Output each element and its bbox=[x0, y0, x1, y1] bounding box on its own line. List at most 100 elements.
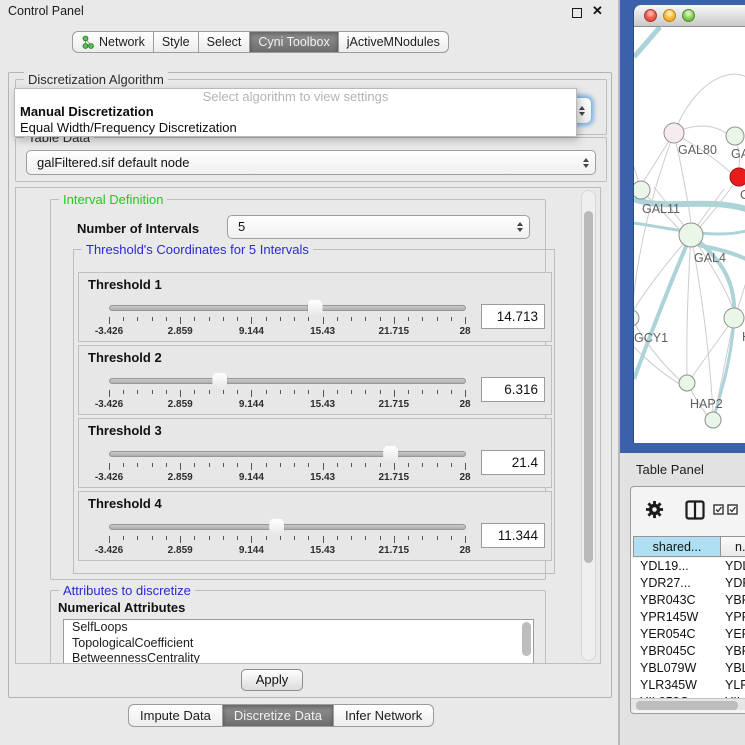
threshold-value-field[interactable]: 14.713 bbox=[481, 304, 545, 329]
network-edge[interactable] bbox=[634, 318, 681, 381]
network-node-ga[interactable] bbox=[726, 127, 744, 145]
tab-select[interactable]: Select bbox=[199, 31, 251, 53]
panel-title: Control Panel bbox=[8, 4, 84, 18]
table-panel: Table Panel shared... bbox=[620, 453, 745, 745]
network-window: GAL80GACGAL11GAL4GCY1HHAP2 bbox=[633, 5, 745, 443]
column-header-shared-name[interactable]: shared... bbox=[633, 536, 721, 557]
node-label: HAP2 bbox=[690, 397, 723, 411]
table-data-combobox[interactable]: galFiltered.sif default node bbox=[26, 150, 596, 175]
threshold-value-field[interactable]: 21.4 bbox=[481, 450, 545, 475]
table-hscrollbar-track[interactable] bbox=[631, 698, 745, 710]
columns-icon[interactable] bbox=[685, 500, 705, 520]
table-row[interactable]: YDR27...YDR2 bbox=[631, 575, 745, 592]
attribute-item[interactable]: SelfLoops bbox=[64, 620, 533, 636]
threshold-value-field[interactable]: 11.344 bbox=[481, 523, 545, 548]
network-canvas[interactable]: GAL80GACGAL11GAL4GCY1HHAP2 bbox=[634, 27, 745, 443]
tab-label: jActiveMNodules bbox=[347, 35, 440, 49]
slider-tick-labels: -3.4262.8599.14415.4321.71528 bbox=[109, 399, 466, 411]
slider-tick-labels: -3.4262.8599.14415.4321.71528 bbox=[109, 326, 466, 338]
tab-network[interactable]: Network bbox=[72, 31, 154, 53]
table-cell: YLR3 bbox=[721, 677, 745, 694]
threshold-slider[interactable]: -3.4262.8599.14415.4321.71528 bbox=[109, 302, 466, 340]
table-row[interactable]: YBL079WYBL0 bbox=[631, 660, 745, 677]
table-row[interactable]: YER054CYER0 bbox=[631, 626, 745, 643]
network-node-gal80[interactable] bbox=[664, 123, 684, 143]
network-edge[interactable] bbox=[687, 235, 691, 375]
dropdown-option[interactable]: Manual Discretization bbox=[15, 104, 576, 120]
tab-jactivemnodules[interactable]: jActiveMNodules bbox=[339, 31, 449, 53]
threshold-slider[interactable]: -3.4262.8599.14415.4321.71528 bbox=[109, 448, 466, 486]
network-node-gcy1[interactable] bbox=[634, 310, 639, 326]
table-hscrollbar-thumb[interactable] bbox=[636, 701, 738, 710]
network-node-c[interactable] bbox=[730, 168, 745, 186]
attribute-item[interactable]: BetweennessCentrality bbox=[64, 651, 533, 664]
table-row[interactable]: YBR043CYBR0 bbox=[631, 592, 745, 609]
table-header: shared... n... bbox=[631, 536, 745, 557]
network-edge[interactable] bbox=[674, 74, 745, 133]
table-row[interactable]: YDL19...YDL1 bbox=[631, 558, 745, 575]
network-edge-highlighted[interactable] bbox=[634, 235, 691, 379]
slider-track[interactable] bbox=[109, 378, 466, 384]
gear-icon[interactable] bbox=[645, 500, 664, 519]
network-graph: GAL80GACGAL11GAL4GCY1HHAP2 bbox=[634, 27, 745, 443]
slider-tick-labels: -3.4262.8599.14415.4321.71528 bbox=[109, 545, 466, 557]
network-node-h[interactable] bbox=[724, 308, 744, 328]
spinner-stepper-icon[interactable] bbox=[517, 222, 523, 232]
table-row[interactable]: YPR145WYPR1 bbox=[631, 609, 745, 626]
attributes-group: Attributes to discretize Numerical Attri… bbox=[50, 590, 546, 664]
threshold-slider[interactable]: -3.4262.8599.14415.4321.71528 bbox=[109, 521, 466, 559]
select-all-checkbox-icon[interactable] bbox=[713, 504, 724, 515]
number-of-intervals-label: Number of Intervals bbox=[77, 221, 199, 236]
number-of-intervals-spinner[interactable]: 5 bbox=[227, 215, 530, 239]
column-header-name[interactable]: n... bbox=[721, 536, 745, 557]
table-cell: YER054C bbox=[633, 626, 721, 643]
threshold-panel: Threshold 4 -3.4262.8599.14415.4321.71528… bbox=[78, 491, 552, 561]
settings-scrollbar-track[interactable] bbox=[581, 190, 596, 661]
float-window-icon[interactable] bbox=[572, 8, 582, 18]
network-node-gal11[interactable] bbox=[634, 181, 650, 199]
slider-ticks bbox=[109, 463, 466, 471]
tab-discretize-data[interactable]: Discretize Data bbox=[223, 704, 334, 727]
tab-style[interactable]: Style bbox=[154, 31, 199, 53]
table-cell: YBR045C bbox=[633, 643, 721, 660]
tab-cyni-toolbox[interactable]: Cyni Toolbox bbox=[250, 31, 338, 53]
dropdown-option[interactable]: Equal Width/Frequency Discretization bbox=[15, 120, 576, 136]
table-row[interactable]: YLR345WYLR3 bbox=[631, 677, 745, 694]
numerical-attributes-list[interactable]: SelfLoopsTopologicalCoefficientBetweenne… bbox=[63, 619, 534, 664]
thresholds-group: Threshold's Coordinates for 5 Intervals … bbox=[73, 249, 555, 574]
interval-definition-label: Interval Definition bbox=[59, 192, 167, 207]
network-node[interactable] bbox=[705, 412, 721, 428]
tab-infer-network[interactable]: Infer Network bbox=[334, 704, 434, 727]
slider-track[interactable] bbox=[109, 305, 466, 311]
table-row[interactable]: YBR045CYBR0 bbox=[631, 643, 745, 660]
close-traffic-light-icon[interactable] bbox=[644, 9, 657, 22]
network-edge-highlighted[interactable] bbox=[634, 27, 660, 57]
tab-label: Infer Network bbox=[345, 708, 422, 723]
zoom-traffic-light-icon[interactable] bbox=[682, 9, 695, 22]
attributes-scrollbar[interactable] bbox=[522, 622, 531, 656]
algorithm-dropdown-popup: Select algorithm to view settings Manual… bbox=[14, 88, 577, 137]
slider-track[interactable] bbox=[109, 451, 466, 457]
threshold-slider[interactable]: -3.4262.8599.14415.4321.71528 bbox=[109, 375, 466, 413]
attributes-group-label: Attributes to discretize bbox=[59, 583, 195, 598]
attribute-items: SelfLoopsTopologicalCoefficientBetweenne… bbox=[64, 620, 533, 664]
apply-button[interactable]: Apply bbox=[241, 669, 303, 691]
threshold-label: Threshold 2 bbox=[88, 350, 162, 365]
network-node-hap2[interactable] bbox=[679, 375, 695, 391]
slider-track[interactable] bbox=[109, 524, 466, 530]
combo-stepper-icon[interactable] bbox=[583, 158, 589, 168]
unselect-all-checkbox-icon[interactable] bbox=[727, 504, 738, 515]
network-edge[interactable] bbox=[737, 282, 745, 310]
tab-impute-data[interactable]: Impute Data bbox=[128, 704, 223, 727]
threshold-label: Threshold 4 bbox=[88, 496, 162, 511]
tab-label: Style bbox=[162, 35, 190, 49]
settings-scrollbar-thumb[interactable] bbox=[584, 211, 593, 563]
tab-label: Discretize Data bbox=[234, 708, 322, 723]
close-icon[interactable]: ✕ bbox=[592, 3, 603, 19]
combo-stepper-icon bbox=[579, 106, 585, 116]
network-node-gal4[interactable] bbox=[679, 223, 703, 247]
threshold-value-field[interactable]: 6.316 bbox=[481, 377, 545, 402]
dropdown-hint-option[interactable]: Select algorithm to view settings bbox=[15, 89, 576, 104]
attribute-item[interactable]: TopologicalCoefficient bbox=[64, 636, 533, 652]
minimize-traffic-light-icon[interactable] bbox=[663, 9, 676, 22]
